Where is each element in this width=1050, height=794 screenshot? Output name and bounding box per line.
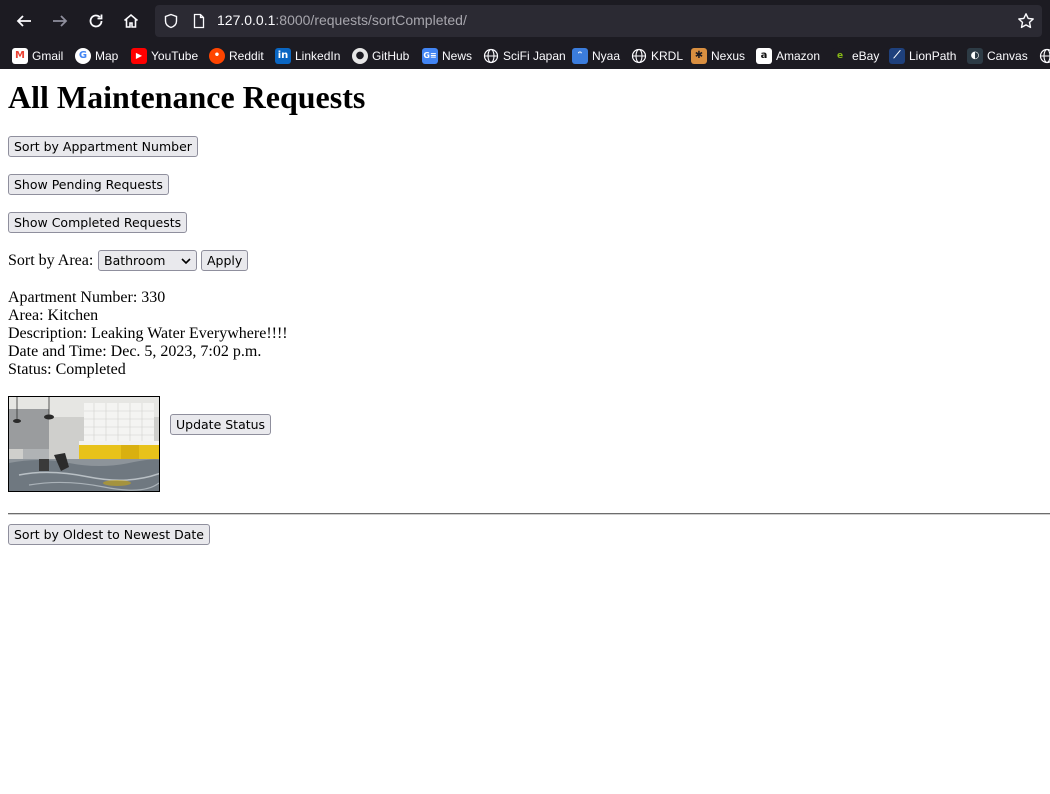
reload-button[interactable] [83,9,109,33]
bookmark-label: Canvas [987,48,1028,63]
bookmark-overflow[interactable] [1039,46,1050,65]
bookmark-label: YouTube [151,48,199,63]
forward-arrow-icon [53,15,68,27]
gmail-icon: M [12,47,28,64]
bookmark-label: Map [95,48,119,63]
bookmark-label: News [442,48,473,63]
bookmark-gmail[interactable]: M Gmail [12,46,63,65]
ebay-icon: e [832,47,848,64]
request-datetime: Date and Time: Dec. 5, 2023, 7:02 p.m. [8,343,262,360]
lionpath-icon: ⟋ [889,47,905,64]
chevron-down-icon [181,258,191,265]
home-icon [123,13,139,28]
forward-button[interactable] [47,9,73,33]
linkedin-icon: in [275,47,291,64]
page-title: All Maintenance Requests [8,79,366,115]
bookmark-label: Nexus [711,48,746,63]
bookmark-label: Amazon [776,48,821,63]
reddit-icon: • [209,47,225,64]
bookmark-scifi-japan[interactable]: SciFi Japan [483,46,566,65]
bookmark-star-icon[interactable] [1017,12,1035,30]
bookmark-label: Gmail [32,48,64,63]
back-arrow-icon [16,15,31,27]
show-completed-button[interactable]: Show Completed Requests [8,212,188,233]
bookmark-label: Nyaa [592,48,621,63]
sort-area-label: Sort by Area: [8,252,94,269]
area-select-value: Bathroom [104,253,166,268]
url-text[interactable]: 127.0.0.1:8000/requests/sortCompleted/ [217,12,467,28]
bookmark-youtube[interactable]: ▶ YouTube [131,46,198,65]
google-icon: G [75,47,91,64]
page-icon[interactable] [191,13,207,29]
bookmark-krdl[interactable]: KRDL [631,46,683,65]
youtube-icon: ▶ [131,47,147,64]
amazon-icon: a [756,47,772,64]
bookmark-label: KRDL [651,48,684,63]
bookmark-label: GitHub [372,48,410,63]
request-area: Area: Kitchen [8,307,99,324]
nyaa-icon: ᵔ [572,47,588,64]
bookmark-github[interactable]: ● GitHub [352,46,409,65]
bookmark-label: SciFi Japan [503,48,566,63]
sort-date-button[interactable]: Sort by Oldest to Newest Date [8,524,210,545]
apartment-number: Apartment Number: 330 [8,289,166,306]
bookmark-news[interactable]: G≡ News [422,46,472,65]
bookmark-label: eBay [852,48,880,63]
url-path: :8000/requests/sortCompleted/ [275,12,467,28]
bookmark-nyaa[interactable]: ᵔ Nyaa [572,46,620,65]
bookmarks-bar: M Gmail G Map ▶ YouTube • Reddit in LinkedIn … [0,42,1050,69]
url-host: 127.0.0.1 [217,12,276,28]
bookmark-label: LinkedIn [295,48,341,63]
shield-icon[interactable] [163,13,179,29]
github-icon: ● [352,47,368,64]
url-bar[interactable]: 127.0.0.1:8000/requests/sortCompleted/ [155,5,1042,37]
bookmark-label: Reddit [229,48,264,63]
nexus-icon: ✱ [691,47,707,64]
bookmark-canvas[interactable]: ◐ Canvas [967,46,1028,65]
globe-icon [631,48,647,63]
bookmark-ebay[interactable]: e eBay [832,46,879,65]
canvas-icon: ◐ [967,47,983,64]
flooded-kitchen-image [9,397,159,491]
divider [8,513,1050,515]
request-photo [8,396,160,492]
bookmark-amazon[interactable]: a Amazon [756,46,820,65]
bookmark-label: LionPath [909,48,957,63]
request-description: Description: Leaking Water Everywhere!!!… [8,325,288,342]
sort-apartment-button[interactable]: Sort by Appartment Number [8,136,198,157]
globe-icon [1039,48,1050,63]
globe-icon [483,48,499,63]
area-select[interactable]: Bathroom [98,250,197,271]
bookmark-nexus[interactable]: ✱ Nexus [691,46,745,65]
home-button[interactable] [118,9,144,33]
bookmark-lionpath[interactable]: ⟋ LionPath [889,46,956,65]
browser-toolbar: 127.0.0.1:8000/requests/sortCompleted/ [0,0,1050,42]
show-pending-button[interactable]: Show Pending Requests [8,174,169,195]
bookmark-linkedin[interactable]: in LinkedIn [275,46,340,65]
apply-button[interactable]: Apply [201,250,249,271]
bookmark-reddit[interactable]: • Reddit [209,46,264,65]
update-status-button[interactable]: Update Status [170,414,272,435]
request-status: Status: Completed [8,361,126,378]
bookmark-map[interactable]: G Map [75,46,118,65]
reload-icon [89,14,103,28]
back-button[interactable] [11,9,37,33]
google-news-icon: G≡ [422,47,438,64]
